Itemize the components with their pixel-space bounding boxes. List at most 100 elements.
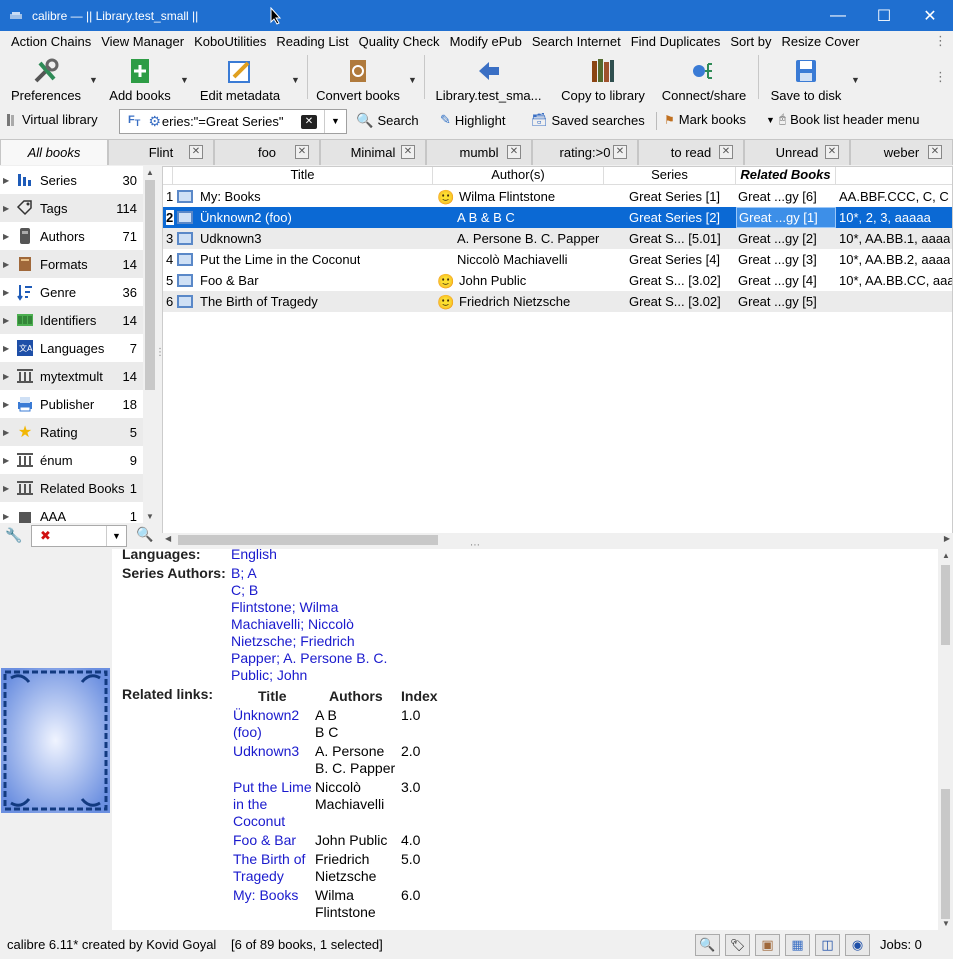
table-row-selected[interactable]: 2 Ünknown2 (foo) A B & B C Great Series …	[163, 207, 952, 228]
tab-to-read[interactable]: to read ✕	[638, 139, 744, 165]
expand-arrow-icon[interactable]: ▶	[3, 512, 15, 521]
tag-category-tags[interactable]: ▶ Tags 114	[0, 194, 143, 222]
table-row[interactable]: 5 Foo & Bar 🙂 John Public Great S... [3.…	[163, 270, 952, 291]
save-to-disk-button[interactable]: Save to disk	[766, 53, 846, 103]
tag-category-enum[interactable]: ▶ énum 9	[0, 446, 143, 474]
tab-mumbl[interactable]: mumbl ✕	[426, 139, 532, 165]
search-input[interactable]: FT ⚙ eries:"=Great Series" ✕ ▼	[119, 109, 347, 134]
clear-search-icon[interactable]: ✕	[300, 114, 317, 129]
book-list-header-menu-button[interactable]: ▼ 🖰 Book list header menu	[766, 112, 919, 127]
add-books-button[interactable]: Add books	[105, 53, 175, 103]
close-tab-icon[interactable]: ✕	[507, 145, 521, 159]
menu-search-internet[interactable]: Search Internet	[527, 34, 626, 49]
expand-arrow-icon[interactable]: ▶	[3, 232, 15, 241]
tag-category-aaa[interactable]: ▶ AAA 1	[0, 502, 143, 523]
tab-weber[interactable]: weber ✕	[850, 139, 953, 165]
expand-arrow-icon[interactable]: ▶	[3, 456, 15, 465]
close-window-button[interactable]: ✕	[907, 0, 953, 31]
related-title-link[interactable]: My: Books	[233, 887, 298, 903]
quickview-toggle-button[interactable]: ◉	[845, 934, 870, 956]
expand-arrow-icon[interactable]: ▶	[3, 316, 15, 325]
virtual-library-button[interactable]: Virtual library	[6, 112, 98, 127]
column-header-authors[interactable]: Author(s)	[433, 167, 604, 185]
menu-action-chains[interactable]: Action Chains	[6, 34, 96, 49]
cover-browser-toggle-button[interactable]: ◫	[815, 934, 840, 956]
menu-overflow-icon[interactable]: ⋮	[934, 33, 947, 49]
tab-unread[interactable]: Unread ✕	[744, 139, 850, 165]
column-header-series[interactable]: Series	[604, 167, 736, 185]
table-row[interactable]: 6 The Birth of Tragedy 🙂 Friedrich Nietz…	[163, 291, 952, 312]
related-title-link[interactable]: (foo)	[233, 724, 262, 740]
series-author-link[interactable]: Public; John	[231, 667, 307, 683]
expand-arrow-icon[interactable]: ▶	[3, 400, 15, 409]
tab-foo[interactable]: foo ✕	[214, 139, 320, 165]
menu-kobo-utilities[interactable]: KoboUtilities	[189, 34, 271, 49]
tab-all-books[interactable]: All books	[0, 139, 108, 165]
add-books-dropdown-icon[interactable]: ▼	[180, 75, 189, 85]
column-header-related-books[interactable]: Related Books	[736, 167, 836, 185]
tag-category-series[interactable]: ▶ Series 30	[0, 166, 143, 194]
table-row[interactable]: 4 Put the Lime in the Coconut Niccolò Ma…	[163, 249, 952, 270]
tag-category-related-books[interactable]: ▶ Related Books 1	[0, 474, 143, 502]
close-tab-icon[interactable]: ✕	[825, 145, 839, 159]
search-button[interactable]: 🔍 Search	[356, 112, 419, 129]
related-title-link[interactable]: Foo & Bar	[233, 832, 296, 848]
series-author-link[interactable]: Nietzsche; Friedrich	[231, 633, 355, 649]
series-author-link[interactable]: Flintstone; Wilma	[231, 599, 338, 615]
jobs-indicator[interactable]: Jobs: 0	[880, 937, 922, 952]
series-author-link[interactable]: C; B	[231, 582, 258, 598]
tab-flint[interactable]: Flint ✕	[108, 139, 214, 165]
tag-browser-toggle-button[interactable]: 🏷	[725, 934, 750, 956]
expand-arrow-icon[interactable]: ▶	[3, 484, 15, 493]
toolbar-overflow-icon[interactable]: ⋮	[934, 69, 947, 85]
tag-browser-configure-icon[interactable]: 🔧	[5, 527, 22, 544]
series-author-link[interactable]: Papper; A. Persone B. C.	[231, 650, 387, 666]
convert-books-button[interactable]: Convert books	[314, 53, 402, 103]
search-history-dropdown-icon[interactable]: ▼	[324, 110, 346, 133]
find-in-tags-icon[interactable]: 🔍	[136, 526, 153, 543]
full-text-search-icon[interactable]: FT	[128, 114, 140, 128]
splitter-handle-icon[interactable]: ⋮	[155, 348, 165, 372]
column-header-title[interactable]: Title	[173, 167, 433, 185]
tab-minimal[interactable]: Minimal ✕	[320, 139, 426, 165]
close-tab-icon[interactable]: ✕	[719, 145, 733, 159]
series-author-link[interactable]: B; A	[231, 565, 257, 581]
tag-category-languages[interactable]: ▶ 文A Languages 7	[0, 334, 143, 362]
related-title-link[interactable]: Coconut	[233, 813, 285, 829]
connect-share-button[interactable]: Connect/share	[657, 53, 751, 103]
table-row[interactable]: 1 My: Books 🙂 Wilma Flintstone Great Ser…	[163, 186, 952, 207]
tag-category-formats[interactable]: ▶ Formats 14	[0, 250, 143, 278]
close-tab-icon[interactable]: ✕	[928, 145, 942, 159]
menu-reading-list[interactable]: Reading List	[271, 34, 353, 49]
expand-arrow-icon[interactable]: ▶	[3, 260, 15, 269]
copy-to-library-button[interactable]: Copy to library	[557, 53, 649, 103]
column-header-extra[interactable]	[836, 167, 952, 185]
mark-books-button[interactable]: ⚑ Mark books	[664, 112, 746, 127]
search-layout-button[interactable]: 🔍	[695, 934, 720, 956]
related-title-link[interactable]: The Birth of	[233, 851, 305, 867]
menu-resize-cover[interactable]: Resize Cover	[777, 34, 865, 49]
languages-link[interactable]: English	[231, 549, 277, 562]
close-tab-icon[interactable]: ✕	[401, 145, 415, 159]
menu-modify-epub[interactable]: Modify ePub	[445, 34, 527, 49]
expand-arrow-icon[interactable]: ▶	[3, 372, 15, 381]
expand-arrow-icon[interactable]: ▶	[3, 428, 15, 437]
related-title-link[interactable]: in the	[233, 796, 267, 812]
related-title-link[interactable]: Tragedy	[233, 868, 284, 884]
expand-arrow-icon[interactable]: ▶	[3, 344, 15, 353]
series-author-link[interactable]: Machiavelli; Niccolò	[231, 616, 354, 632]
highlight-toggle[interactable]: ✎ Highlight	[440, 112, 506, 128]
maximize-button[interactable]: ☐	[861, 0, 907, 31]
book-details-toggle-button[interactable]: ▣	[755, 934, 780, 956]
preferences-button[interactable]: Preferences	[10, 53, 82, 103]
tab-rating[interactable]: rating:>0 ✕	[532, 139, 638, 165]
expand-arrow-icon[interactable]: ▶	[3, 288, 15, 297]
expand-arrow-icon[interactable]: ▶	[3, 176, 15, 185]
tag-category-rating[interactable]: ▶ ★ Rating 5	[0, 418, 143, 446]
close-tab-icon[interactable]: ✕	[295, 145, 309, 159]
minimize-button[interactable]: —	[815, 0, 861, 31]
tag-category-genre[interactable]: ▶ Genre 36	[0, 278, 143, 306]
tag-category-publisher[interactable]: ▶ Publisher 18	[0, 390, 143, 418]
convert-books-dropdown-icon[interactable]: ▼	[408, 75, 417, 85]
related-title-link[interactable]: Put the Lime	[233, 779, 312, 795]
